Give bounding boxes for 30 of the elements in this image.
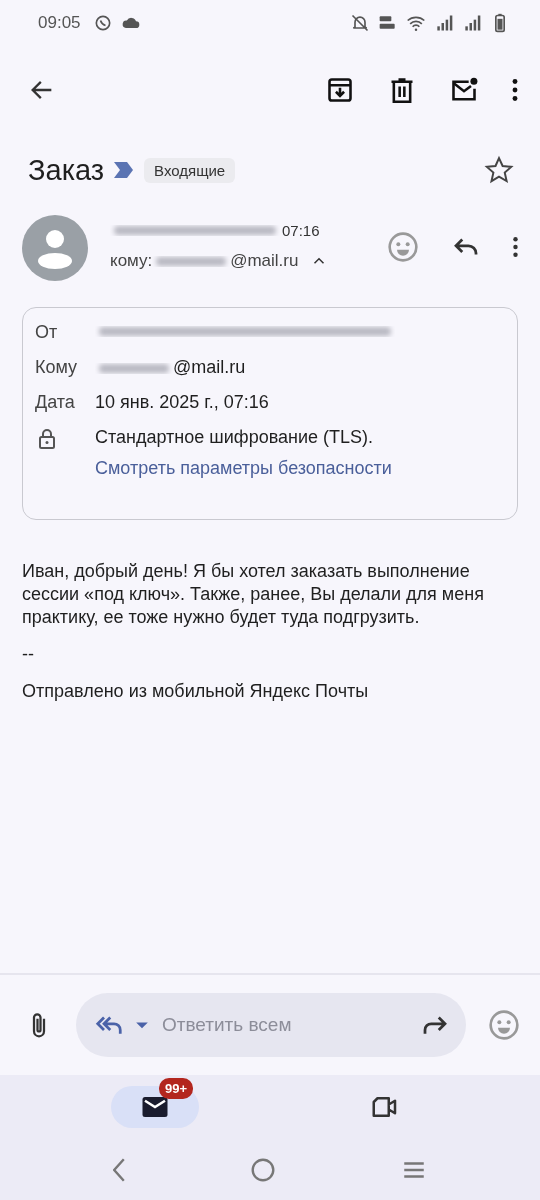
circle-icon [250,1156,276,1183]
encryption-text: Стандартное шифрование (TLS). [95,427,375,448]
body-paragraph: -- [22,643,35,666]
recipient-label: кому: [110,251,153,271]
detail-label: Кому [35,357,79,378]
detail-label: Дата [35,392,76,413]
envelope-dot-icon [450,76,478,104]
star-icon [484,155,514,185]
more-vertical-icon [513,237,518,257]
reply-field[interactable]: Ответить всем [160,1013,412,1037]
detail-value: @mail.ru [173,357,246,378]
status-time: 09:05 [38,12,81,33]
detail-label: От [35,322,59,343]
detail-value: 10 янв. 2025 г., 07:16 [95,392,269,413]
email-time: 07:16 [282,221,320,239]
security-details-link[interactable]: Смотреть параметры безопасности [95,458,505,479]
chevron-left-icon [112,1157,125,1182]
body-paragraph: Иван, добрый день! Я бы хотел заказать выполнение сессии «под ключ». Также, ранее, Вы делали для меня практику, ее тоже нужно будет туда подгрузить. [22,560,485,629]
body-paragraph: Отправлено из мобильной Яндекс Почты [22,680,370,703]
more-vertical-icon [512,79,518,101]
recipient-domain: @mail.ru [230,251,299,271]
muted-bell-icon [350,12,370,33]
avatar [22,215,88,281]
smiley-icon [387,231,419,263]
mail-tab[interactable] [111,1086,199,1128]
smiley-icon [488,1009,520,1041]
email-subject: Заказ [28,153,105,187]
unread-count-badge: 99+ [159,1078,194,1099]
label-chip[interactable]: Входящие [144,157,236,183]
archive-icon [326,76,354,104]
